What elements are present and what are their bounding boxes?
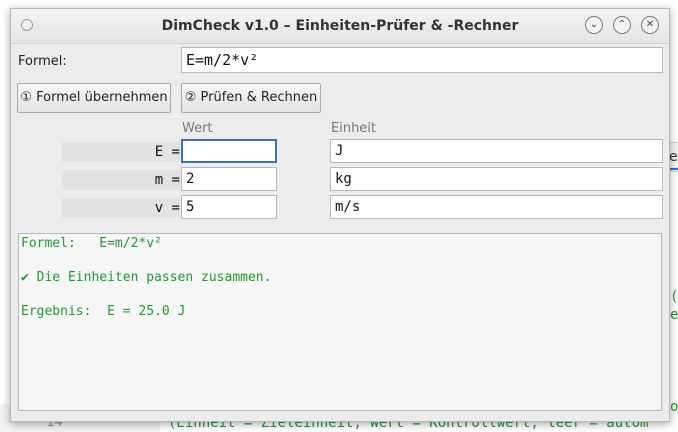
unit-input-m[interactable]: kg (330, 167, 663, 191)
output-formula-line: Formel: E=m/2*v² (21, 236, 162, 251)
maximize-button[interactable]: ⌃ (613, 16, 631, 34)
background-code-fragment: on (670, 399, 678, 415)
variable-label-v: v = (62, 198, 180, 218)
output-check-line: ✔ Die Einheiten passen zusammen. (21, 270, 272, 285)
value-input-m[interactable]: 2 (181, 167, 277, 191)
unit-input-v[interactable]: m/s (330, 195, 663, 219)
variable-label-e: E = (62, 142, 180, 162)
output-result-line: Ergebnis: E = 25.0 J (21, 304, 186, 319)
variable-label-m: m = (62, 170, 180, 190)
value-column-header: Wert (182, 121, 213, 136)
formula-label: Formel: (18, 54, 67, 69)
window-title: DimCheck v1.0 – Einheiten-Prüfer & -Rech… (161, 18, 519, 34)
unit-input-e[interactable]: J (330, 139, 663, 163)
unit-column-header: Einheit (331, 121, 377, 136)
dimcheck-window: DimCheck v1.0 – Einheiten-Prüfer & -Rech… (10, 8, 670, 422)
background-code-fragment: e (670, 307, 678, 323)
close-button[interactable]: ✕ (641, 16, 659, 34)
value-input-e[interactable] (181, 139, 277, 163)
value-input-v[interactable]: 5 (181, 195, 277, 219)
formula-input[interactable]: E=m/2*v² (181, 47, 663, 73)
apply-formula-button[interactable]: ① Formel übernehmen (17, 83, 171, 113)
background-code-fragment: ( (670, 289, 678, 305)
check-compute-button[interactable]: ② Prüfen & Rechnen (181, 83, 321, 113)
minimize-button[interactable]: ⌄ (585, 16, 603, 34)
result-output-area[interactable]: Formel: E=m/2*v² ✔ Die Einheiten passen … (18, 233, 662, 411)
title-bar[interactable]: DimCheck v1.0 – Einheiten-Prüfer & -Rech… (11, 9, 669, 44)
